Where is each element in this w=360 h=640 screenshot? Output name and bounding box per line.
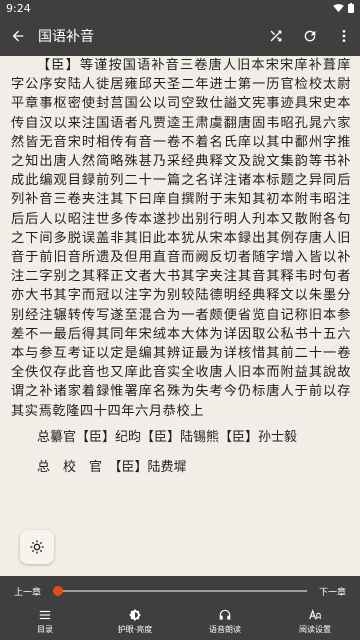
status-time: 9:24 bbox=[6, 1, 31, 15]
headphones-icon bbox=[218, 606, 232, 624]
shuffle-icon bbox=[270, 30, 282, 42]
app-bar: 国语补音 bbox=[0, 16, 360, 56]
chapter-progress-slider[interactable] bbox=[53, 583, 307, 599]
refresh-button[interactable] bbox=[300, 26, 320, 46]
refresh-icon bbox=[304, 30, 316, 42]
more-vert-icon bbox=[342, 30, 346, 42]
menu-reading-settings-label: 阅读设置 bbox=[299, 625, 331, 634]
body-paragraph: 【臣】等谨按国语补音三卷唐人旧本宋宋庠补葺庠字公序安陆人徙居雍邱天圣二年进士第一… bbox=[11, 58, 351, 419]
chapter-navigation: 上一章 下一章 bbox=[0, 576, 360, 606]
list-icon bbox=[38, 606, 52, 624]
menu-reading-settings[interactable]: 阅读设置 bbox=[280, 606, 350, 640]
status-bar: 9:24 bbox=[0, 0, 360, 16]
next-chapter-button[interactable]: 下一章 bbox=[319, 585, 346, 598]
slider-track bbox=[53, 590, 307, 592]
menu-catalog[interactable]: 目录 bbox=[10, 606, 80, 640]
reader-bottom-panel: 上一章 下一章 目录 护眼·亮度 语音朗读 阅读设置 bbox=[0, 576, 360, 640]
menu-catalog-label: 目录 bbox=[37, 625, 53, 634]
sun-icon bbox=[30, 540, 44, 554]
brightness-icon bbox=[128, 606, 142, 624]
more-options-button[interactable] bbox=[334, 26, 354, 46]
shuffle-button[interactable] bbox=[266, 26, 286, 46]
menu-read-aloud-label: 语音朗读 bbox=[209, 625, 241, 634]
credit-line-2: 总 校 官 【臣】陆费墀 bbox=[37, 459, 187, 475]
battery-icon bbox=[348, 3, 354, 13]
text-settings-icon bbox=[308, 606, 322, 624]
back-button[interactable] bbox=[6, 24, 30, 48]
bottom-menu: 目录 护眼·亮度 语音朗读 阅读设置 bbox=[0, 606, 360, 640]
reading-content[interactable]: 【臣】等谨按国语补音三卷唐人旧本宋宋庠补葺庠字公序安陆人徙居雍邱天圣二年进士第一… bbox=[11, 56, 351, 481]
menu-brightness[interactable]: 护眼·亮度 bbox=[100, 606, 170, 640]
credit-line-1: 总纂官【臣】纪昀【臣】陆锡熊【臣】孙士毅 bbox=[37, 429, 298, 445]
wifi-icon bbox=[333, 3, 344, 12]
status-icons bbox=[333, 3, 354, 13]
prev-chapter-button[interactable]: 上一章 bbox=[14, 585, 41, 598]
brightness-toggle-button[interactable] bbox=[20, 530, 54, 564]
menu-brightness-label: 护眼·亮度 bbox=[117, 625, 153, 634]
menu-read-aloud[interactable]: 语音朗读 bbox=[190, 606, 260, 640]
book-title: 国语补音 bbox=[38, 29, 94, 45]
arrow-back-icon bbox=[12, 30, 24, 42]
slider-thumb[interactable] bbox=[53, 586, 64, 596]
